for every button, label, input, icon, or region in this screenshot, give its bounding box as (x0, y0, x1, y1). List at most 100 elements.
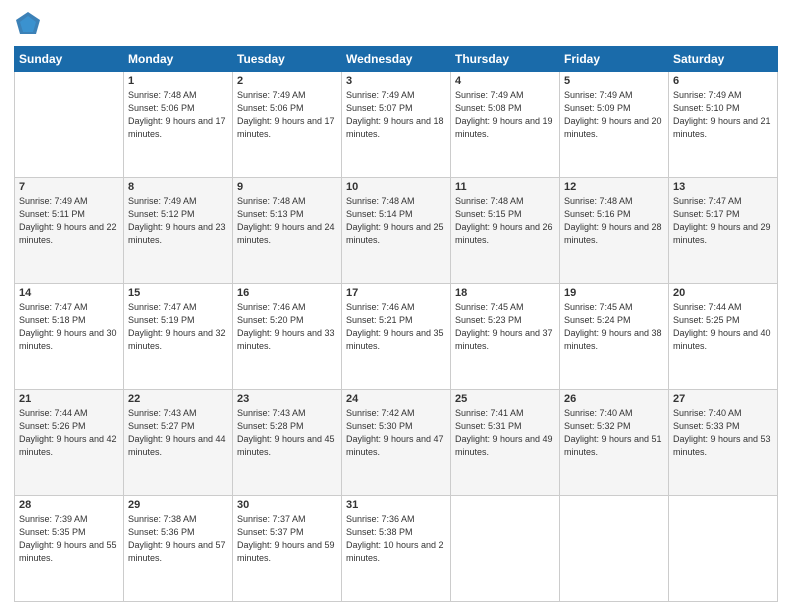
calendar-cell: 11 Sunrise: 7:48 AMSunset: 5:15 PMDaylig… (451, 178, 560, 284)
calendar-week-row: 14 Sunrise: 7:47 AMSunset: 5:18 PMDaylig… (15, 284, 778, 390)
day-info: Sunrise: 7:47 AMSunset: 5:19 PMDaylight:… (128, 301, 228, 353)
calendar-cell: 23 Sunrise: 7:43 AMSunset: 5:28 PMDaylig… (233, 390, 342, 496)
calendar-cell: 20 Sunrise: 7:44 AMSunset: 5:25 PMDaylig… (669, 284, 778, 390)
calendar-cell: 12 Sunrise: 7:48 AMSunset: 5:16 PMDaylig… (560, 178, 669, 284)
day-info: Sunrise: 7:43 AMSunset: 5:28 PMDaylight:… (237, 407, 337, 459)
day-number: 31 (346, 499, 446, 511)
calendar-cell: 13 Sunrise: 7:47 AMSunset: 5:17 PMDaylig… (669, 178, 778, 284)
day-info: Sunrise: 7:44 AMSunset: 5:26 PMDaylight:… (19, 407, 119, 459)
calendar-cell (669, 496, 778, 602)
calendar-cell: 28 Sunrise: 7:39 AMSunset: 5:35 PMDaylig… (15, 496, 124, 602)
calendar-cell: 1 Sunrise: 7:48 AMSunset: 5:06 PMDayligh… (124, 72, 233, 178)
calendar-cell: 15 Sunrise: 7:47 AMSunset: 5:19 PMDaylig… (124, 284, 233, 390)
day-number: 10 (346, 181, 446, 193)
day-info: Sunrise: 7:49 AMSunset: 5:08 PMDaylight:… (455, 89, 555, 141)
day-number: 5 (564, 75, 664, 87)
calendar-cell: 19 Sunrise: 7:45 AMSunset: 5:24 PMDaylig… (560, 284, 669, 390)
day-info: Sunrise: 7:49 AMSunset: 5:07 PMDaylight:… (346, 89, 446, 141)
calendar-cell: 14 Sunrise: 7:47 AMSunset: 5:18 PMDaylig… (15, 284, 124, 390)
day-number: 9 (237, 181, 337, 193)
day-info: Sunrise: 7:49 AMSunset: 5:09 PMDaylight:… (564, 89, 664, 141)
header-day-wednesday: Wednesday (342, 47, 451, 72)
day-info: Sunrise: 7:45 AMSunset: 5:23 PMDaylight:… (455, 301, 555, 353)
header-day-sunday: Sunday (15, 47, 124, 72)
calendar-cell: 16 Sunrise: 7:46 AMSunset: 5:20 PMDaylig… (233, 284, 342, 390)
day-number: 25 (455, 393, 555, 405)
calendar-cell: 6 Sunrise: 7:49 AMSunset: 5:10 PMDayligh… (669, 72, 778, 178)
day-info: Sunrise: 7:44 AMSunset: 5:25 PMDaylight:… (673, 301, 773, 353)
day-info: Sunrise: 7:36 AMSunset: 5:38 PMDaylight:… (346, 513, 446, 565)
day-number: 17 (346, 287, 446, 299)
day-number: 30 (237, 499, 337, 511)
calendar-header-row: SundayMondayTuesdayWednesdayThursdayFrid… (15, 47, 778, 72)
day-number: 27 (673, 393, 773, 405)
calendar-cell: 3 Sunrise: 7:49 AMSunset: 5:07 PMDayligh… (342, 72, 451, 178)
day-info: Sunrise: 7:40 AMSunset: 5:33 PMDaylight:… (673, 407, 773, 459)
calendar-cell: 22 Sunrise: 7:43 AMSunset: 5:27 PMDaylig… (124, 390, 233, 496)
calendar-week-row: 28 Sunrise: 7:39 AMSunset: 5:35 PMDaylig… (15, 496, 778, 602)
day-info: Sunrise: 7:37 AMSunset: 5:37 PMDaylight:… (237, 513, 337, 565)
calendar-week-row: 21 Sunrise: 7:44 AMSunset: 5:26 PMDaylig… (15, 390, 778, 496)
day-info: Sunrise: 7:43 AMSunset: 5:27 PMDaylight:… (128, 407, 228, 459)
day-info: Sunrise: 7:46 AMSunset: 5:20 PMDaylight:… (237, 301, 337, 353)
calendar-cell: 29 Sunrise: 7:38 AMSunset: 5:36 PMDaylig… (124, 496, 233, 602)
day-info: Sunrise: 7:49 AMSunset: 5:12 PMDaylight:… (128, 195, 228, 247)
day-number: 20 (673, 287, 773, 299)
day-info: Sunrise: 7:48 AMSunset: 5:15 PMDaylight:… (455, 195, 555, 247)
day-info: Sunrise: 7:47 AMSunset: 5:17 PMDaylight:… (673, 195, 773, 247)
calendar-cell: 8 Sunrise: 7:49 AMSunset: 5:12 PMDayligh… (124, 178, 233, 284)
calendar-cell: 18 Sunrise: 7:45 AMSunset: 5:23 PMDaylig… (451, 284, 560, 390)
day-info: Sunrise: 7:49 AMSunset: 5:06 PMDaylight:… (237, 89, 337, 141)
day-info: Sunrise: 7:45 AMSunset: 5:24 PMDaylight:… (564, 301, 664, 353)
calendar-cell (451, 496, 560, 602)
day-number: 26 (564, 393, 664, 405)
header-day-thursday: Thursday (451, 47, 560, 72)
day-number: 24 (346, 393, 446, 405)
day-info: Sunrise: 7:41 AMSunset: 5:31 PMDaylight:… (455, 407, 555, 459)
calendar-cell: 26 Sunrise: 7:40 AMSunset: 5:32 PMDaylig… (560, 390, 669, 496)
logo (14, 10, 46, 38)
day-number: 1 (128, 75, 228, 87)
day-number: 12 (564, 181, 664, 193)
calendar-cell: 31 Sunrise: 7:36 AMSunset: 5:38 PMDaylig… (342, 496, 451, 602)
day-number: 18 (455, 287, 555, 299)
calendar-cell: 5 Sunrise: 7:49 AMSunset: 5:09 PMDayligh… (560, 72, 669, 178)
day-number: 14 (19, 287, 119, 299)
calendar-week-row: 1 Sunrise: 7:48 AMSunset: 5:06 PMDayligh… (15, 72, 778, 178)
day-info: Sunrise: 7:39 AMSunset: 5:35 PMDaylight:… (19, 513, 119, 565)
calendar-cell: 21 Sunrise: 7:44 AMSunset: 5:26 PMDaylig… (15, 390, 124, 496)
header-day-monday: Monday (124, 47, 233, 72)
header-day-friday: Friday (560, 47, 669, 72)
calendar-cell: 10 Sunrise: 7:48 AMSunset: 5:14 PMDaylig… (342, 178, 451, 284)
day-info: Sunrise: 7:48 AMSunset: 5:06 PMDaylight:… (128, 89, 228, 141)
day-number: 19 (564, 287, 664, 299)
day-number: 6 (673, 75, 773, 87)
day-info: Sunrise: 7:48 AMSunset: 5:13 PMDaylight:… (237, 195, 337, 247)
day-number: 8 (128, 181, 228, 193)
calendar-cell: 4 Sunrise: 7:49 AMSunset: 5:08 PMDayligh… (451, 72, 560, 178)
calendar-cell (15, 72, 124, 178)
calendar-week-row: 7 Sunrise: 7:49 AMSunset: 5:11 PMDayligh… (15, 178, 778, 284)
day-number: 28 (19, 499, 119, 511)
day-number: 2 (237, 75, 337, 87)
calendar-cell: 2 Sunrise: 7:49 AMSunset: 5:06 PMDayligh… (233, 72, 342, 178)
day-number: 22 (128, 393, 228, 405)
day-number: 3 (346, 75, 446, 87)
calendar-cell: 27 Sunrise: 7:40 AMSunset: 5:33 PMDaylig… (669, 390, 778, 496)
day-number: 15 (128, 287, 228, 299)
calendar-cell: 25 Sunrise: 7:41 AMSunset: 5:31 PMDaylig… (451, 390, 560, 496)
calendar-table: SundayMondayTuesdayWednesdayThursdayFrid… (14, 46, 778, 602)
calendar-cell: 17 Sunrise: 7:46 AMSunset: 5:21 PMDaylig… (342, 284, 451, 390)
header-day-tuesday: Tuesday (233, 47, 342, 72)
calendar-cell (560, 496, 669, 602)
day-number: 13 (673, 181, 773, 193)
day-number: 4 (455, 75, 555, 87)
day-info: Sunrise: 7:46 AMSunset: 5:21 PMDaylight:… (346, 301, 446, 353)
calendar-cell: 9 Sunrise: 7:48 AMSunset: 5:13 PMDayligh… (233, 178, 342, 284)
calendar-body: 1 Sunrise: 7:48 AMSunset: 5:06 PMDayligh… (15, 72, 778, 602)
calendar-cell: 7 Sunrise: 7:49 AMSunset: 5:11 PMDayligh… (15, 178, 124, 284)
calendar-cell: 30 Sunrise: 7:37 AMSunset: 5:37 PMDaylig… (233, 496, 342, 602)
day-number: 29 (128, 499, 228, 511)
day-number: 11 (455, 181, 555, 193)
day-number: 21 (19, 393, 119, 405)
